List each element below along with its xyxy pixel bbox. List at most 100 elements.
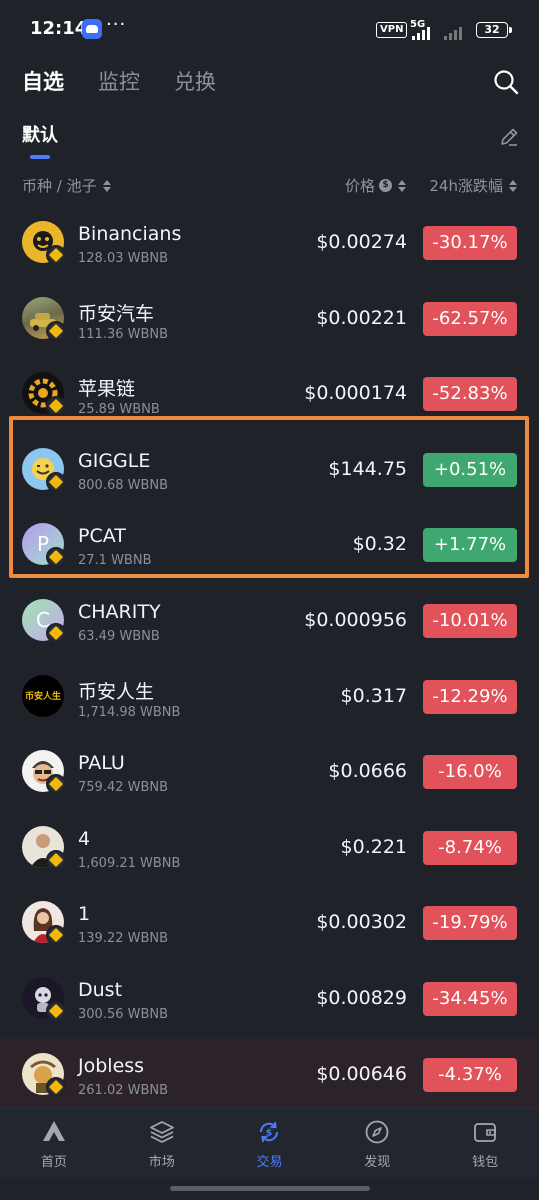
token-price: $0.317 <box>340 684 407 707</box>
nav-discover-label: 发现 <box>364 1155 391 1170</box>
edit-pencil-icon[interactable] <box>498 126 520 148</box>
tab-swap[interactable]: 兑换 <box>174 64 216 100</box>
token-row[interactable]: 1 139.22 WBNB $0.00302 -19.79% <box>0 885 539 961</box>
change-badge: +1.77% <box>423 528 517 563</box>
currency-info-icon[interactable]: $ <box>379 179 392 192</box>
nav-discover[interactable]: 发现 <box>323 1109 431 1178</box>
change-badge: -19.79% <box>423 906 517 941</box>
token-avatar: C <box>22 598 66 643</box>
token-row[interactable]: C CHARITY 63.49 WBNB $0.000956 -10.01% <box>0 583 539 659</box>
token-pool: 139.22 WBNB <box>78 931 169 947</box>
token-row[interactable]: Dust 300.56 WBNB $0.00829 -34.45% <box>0 961 539 1037</box>
change-badge: -30.17% <box>423 226 517 260</box>
token-row[interactable]: Jobless 261.02 WBNB $0.00646 -4.37% <box>0 1036 539 1113</box>
tab-watchlist[interactable]: 自选 <box>22 64 64 100</box>
token-name: GIGGLE <box>78 449 151 472</box>
nav-home[interactable]: 首页 <box>0 1109 108 1178</box>
nav-market-label: 市场 <box>148 1155 175 1170</box>
token-row[interactable]: 币安汽车 111.36 WBNB $0.00221 -62.57% <box>0 281 539 357</box>
token-price: $0.000956 <box>304 608 407 631</box>
change-badge: -62.57% <box>423 301 517 336</box>
change-badge: -4.37% <box>423 1057 517 1092</box>
change-badge: -8.74% <box>423 830 517 865</box>
nav-trade-label: 交易 <box>256 1155 283 1170</box>
token-avatar <box>22 1052 66 1097</box>
home-indicator <box>170 1186 370 1191</box>
token-row[interactable]: GIGGLE 800.68 WBNB $144.75 +0.51% <box>0 432 539 508</box>
wallet-icon <box>474 1123 496 1142</box>
bnb-chain-icon <box>46 320 66 341</box>
token-row[interactable]: P PCAT 27.1 WBNB $0.32 +1.77% <box>0 507 539 583</box>
token-price: $0.00829 <box>316 986 407 1009</box>
nav-market[interactable]: 市场 <box>108 1109 216 1178</box>
bnb-chain-icon <box>46 396 66 417</box>
nav-wallet[interactable]: 钱包 <box>431 1109 539 1178</box>
sort-by-price[interactable]: 价格 $ <box>345 175 406 196</box>
token-avatar <box>22 221 66 265</box>
nav-trade[interactable]: $ 交易 <box>216 1109 324 1178</box>
token-pool: 261.02 WBNB <box>78 1082 169 1098</box>
token-row[interactable]: PALU 759.42 WBNB $0.0666 -16.0% <box>0 734 539 810</box>
battery-icon: 32 <box>476 22 512 38</box>
token-row[interactable]: 苹果链 25.89 WBNB $0.000174 -52.83% <box>0 356 539 432</box>
bnb-chain-icon <box>46 1000 66 1021</box>
more-notifications-icon: ··· <box>106 14 127 35</box>
token-avatar <box>22 372 66 417</box>
watchlist-group-default[interactable]: 默认 <box>22 121 58 147</box>
bnb-chain-icon <box>46 925 66 946</box>
token-name: 币安汽车 <box>78 302 155 325</box>
signal-strength-icon <box>412 27 462 40</box>
sort-by-change[interactable]: 24h涨跌幅 <box>429 175 517 196</box>
token-row[interactable]: 币安人生 币安人生 1,714.98 WBNB $0.317 -12.29% <box>0 659 539 735</box>
token-name: 4 <box>78 827 91 850</box>
token-pool: 300.56 WBNB <box>78 1006 169 1022</box>
token-avatar <box>22 976 66 1021</box>
bnb-chain-icon <box>46 547 66 568</box>
bnb-chain-icon <box>46 471 66 492</box>
token-pool: 759.42 WBNB <box>78 780 169 796</box>
bnb-chain-icon <box>46 622 66 643</box>
change-badge: -10.01% <box>423 603 517 638</box>
token-row[interactable]: 4 1,609.21 WBNB $0.221 -8.74% <box>0 810 539 886</box>
token-pool: 1,714.98 WBNB <box>78 704 181 720</box>
status-time: 12:14 <box>30 18 88 39</box>
token-pool: 128.03 WBNB <box>78 251 169 266</box>
column-change-label: 24h涨跌幅 <box>429 177 503 195</box>
token-row[interactable]: Binancians 128.03 WBNB $0.00274 -30.17% <box>0 205 539 281</box>
bottom-navigation: 首页 市场 $ 交易 发现 钱包 <box>0 1108 539 1178</box>
token-price: $0.00302 <box>316 911 407 934</box>
token-avatar: 币安人生 <box>22 674 64 717</box>
token-avatar <box>22 750 66 795</box>
svg-text:$: $ <box>266 1129 272 1139</box>
token-price: $0.00221 <box>316 306 407 329</box>
app-notification-icon <box>82 19 102 39</box>
change-badge: +0.51% <box>423 452 517 487</box>
token-name: 币安人生 <box>78 680 155 703</box>
bnb-chain-icon <box>46 849 66 870</box>
token-name: Binancians <box>78 223 182 245</box>
change-badge: -52.83% <box>423 377 517 412</box>
sort-by-pair[interactable]: 币种 / 池子 <box>22 175 111 196</box>
token-price: $144.75 <box>328 457 407 480</box>
token-avatar: P <box>22 523 66 568</box>
token-price: $0.00274 <box>316 231 407 253</box>
nav-wallet-label: 钱包 <box>472 1155 499 1170</box>
top-tabs: 自选 监控 兑换 <box>22 64 216 100</box>
search-icon[interactable] <box>492 68 520 96</box>
layers-icon <box>149 1121 174 1143</box>
token-name: 1 <box>78 903 91 926</box>
token-name: Dust <box>78 978 123 1001</box>
token-avatar <box>22 447 66 492</box>
token-price: $0.32 <box>352 533 407 556</box>
change-badge: -16.0% <box>423 755 517 790</box>
tab-monitor[interactable]: 监控 <box>98 64 140 100</box>
token-pool: 63.49 WBNB <box>78 628 160 644</box>
bnb-chain-icon <box>46 1076 66 1097</box>
token-avatar <box>22 825 66 870</box>
sort-arrows-icon <box>509 179 517 192</box>
token-pool: 25.89 WBNB <box>78 402 160 418</box>
home-logo-icon <box>42 1121 65 1141</box>
sort-arrows-icon <box>102 179 111 192</box>
token-pool: 1,609.21 WBNB <box>78 855 181 871</box>
avatar-text-logo: 币安人生 <box>24 692 61 703</box>
